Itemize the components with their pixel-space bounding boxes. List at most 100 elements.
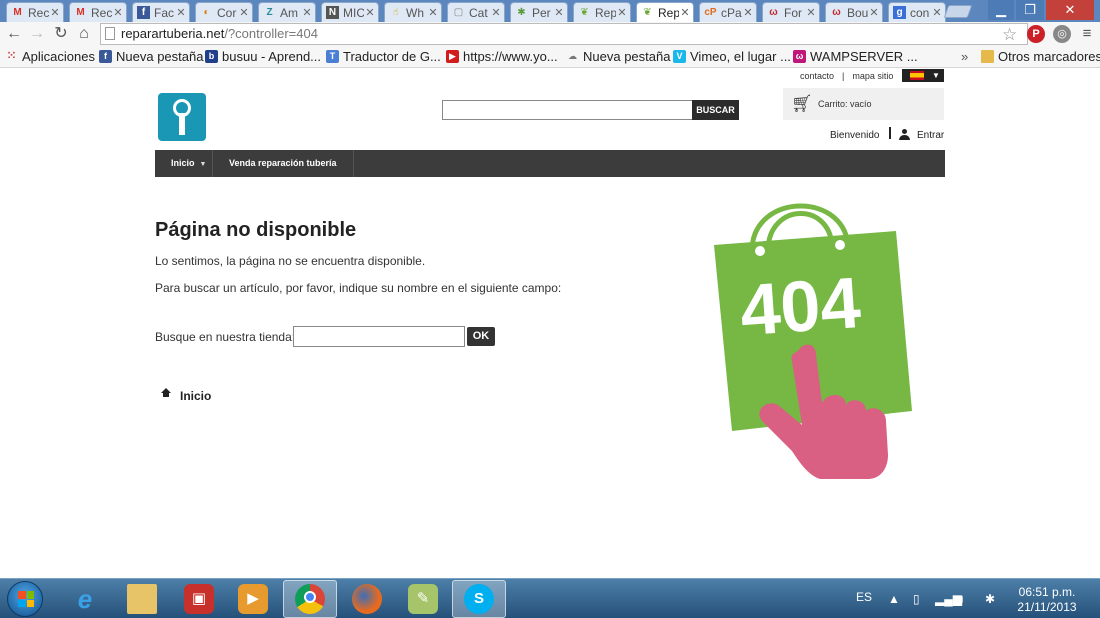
404-bag-illustration: 404 xyxy=(714,203,912,479)
bookmark-facebook[interactable]: f Nueva pestaña xyxy=(99,49,203,64)
z-icon: Z xyxy=(266,7,273,18)
tab-per[interactable]: ✱ Per ✕ xyxy=(510,2,568,22)
close-icon[interactable]: ✕ xyxy=(112,6,124,19)
start-button[interactable] xyxy=(7,581,43,617)
facebook-icon: f xyxy=(137,6,150,19)
skype-icon[interactable]: S xyxy=(452,580,506,618)
tab-cat[interactable]: ▢ Cat ✕ xyxy=(447,2,505,22)
notepad-icon[interactable]: ✎ xyxy=(396,580,450,618)
back-icon[interactable]: ← xyxy=(3,24,25,44)
address-bar[interactable]: reparartuberia.net/?controller=404 xyxy=(100,23,1028,45)
close-icon[interactable]: ✕ xyxy=(175,6,187,19)
url-host: reparartuberia.net xyxy=(121,26,225,41)
minimize-button[interactable]: ▁ xyxy=(988,0,1014,20)
device-icon[interactable]: ▯ xyxy=(913,592,920,606)
bookmark-vimeo[interactable]: V Vimeo, el lugar ... xyxy=(673,49,791,64)
bookmark-youtube[interactable]: ▶ https://www.yo... xyxy=(446,49,558,64)
close-icon[interactable]: ✕ xyxy=(490,6,502,19)
volume-icon[interactable]: 🔈︎ xyxy=(959,592,966,607)
cart-block[interactable]: 🛒︎ Carrito: vacío xyxy=(783,88,944,120)
store-search-label: Busque en nuestra tienda: xyxy=(155,330,296,344)
nav-item-sell[interactable]: Venda reparación tubería xyxy=(213,150,354,177)
tab-bou[interactable]: ω Bou ✕ xyxy=(825,2,883,22)
gmail-icon: M xyxy=(76,7,85,18)
close-icon[interactable]: ✕ xyxy=(868,6,880,19)
tab-mic[interactable]: N MIC ✕ xyxy=(321,2,379,22)
bookmark-wampserver[interactable]: ω WAMPSERVER ... xyxy=(793,49,918,64)
extension-icon[interactable]: ◎ xyxy=(1053,25,1071,43)
nav-item-home[interactable]: Inicio ▼ xyxy=(155,150,213,177)
tab-am[interactable]: Z Am ✕ xyxy=(258,2,316,22)
youtube-icon: ▶ xyxy=(446,50,459,63)
login-link[interactable]: Entrar xyxy=(917,130,944,141)
new-tab-button[interactable] xyxy=(943,5,973,18)
star-icon[interactable]: ☆ xyxy=(1002,25,1017,45)
other-bookmarks[interactable]: Otros marcadores xyxy=(981,49,1100,64)
bookmark-new-tab[interactable]: ☁ Nueva pestaña xyxy=(566,49,670,64)
bookmark-apps[interactable]: ⁙ Aplicaciones xyxy=(5,49,95,64)
language-selector[interactable]: ▼ xyxy=(902,69,944,82)
update-icon[interactable]: ✱ xyxy=(985,592,995,606)
home-icon xyxy=(161,388,171,398)
search-button[interactable]: BUSCAR xyxy=(692,100,739,120)
ok-button[interactable]: OK xyxy=(467,327,495,346)
page-viewport: contacto | mapa sitio ▼ BUSCAR 🛒︎ Carrito:… xyxy=(0,68,1100,578)
tab-gmail-1[interactable]: M Rec ✕ xyxy=(6,2,64,22)
show-hidden-icons-icon[interactable]: ▲ xyxy=(888,592,900,606)
page-icon: ◐ xyxy=(203,7,210,18)
internet-explorer-icon[interactable]: e xyxy=(58,580,112,618)
tab-rep-active[interactable]: ❦ Rep ✕ xyxy=(636,2,694,22)
tab-wh[interactable]: ☝ Wh ✕ xyxy=(384,2,442,22)
folder-icon[interactable] xyxy=(115,580,169,618)
tab-gmail-2[interactable]: M Rec ✕ xyxy=(69,2,127,22)
shop-logo[interactable] xyxy=(158,93,206,141)
bookmark-translate[interactable]: T Traductor de G... xyxy=(326,49,441,64)
page-icon: ▢ xyxy=(453,7,464,18)
bookmarks-overflow[interactable]: » xyxy=(961,49,968,64)
home-icon[interactable]: ⌂ xyxy=(73,24,95,44)
search-instructions: Para buscar un artículo, por favor, indi… xyxy=(155,281,562,295)
tab-for[interactable]: ω For ✕ xyxy=(762,2,820,22)
close-icon[interactable]: ✕ xyxy=(553,6,565,19)
chrome-icon[interactable] xyxy=(283,580,337,618)
home-link[interactable]: Inicio xyxy=(180,389,211,403)
close-icon[interactable]: ✕ xyxy=(364,6,376,19)
chevron-down-icon: ▼ xyxy=(932,71,940,80)
menu-icon[interactable]: ≡ xyxy=(1078,25,1096,43)
close-icon[interactable]: ✕ xyxy=(679,6,691,19)
toolbox-icon[interactable]: ▣ xyxy=(172,580,226,618)
store-search-input[interactable] xyxy=(293,326,465,347)
tab-facebook[interactable]: f Fac ✕ xyxy=(132,2,190,22)
maximize-button[interactable]: ❐ xyxy=(1016,0,1044,20)
error-message: Lo sentimos, la página no se encuentra d… xyxy=(155,254,426,268)
close-icon[interactable]: ✕ xyxy=(616,6,628,19)
top-links: contacto | mapa sitio xyxy=(796,71,897,81)
contact-link[interactable]: contacto xyxy=(796,71,838,81)
firefox-icon[interactable] xyxy=(340,580,394,618)
tab-rep-1[interactable]: ❦ Rep ✕ xyxy=(573,2,631,22)
network-icon[interactable]: ▂▄▆ xyxy=(935,592,962,606)
close-icon[interactable]: ✕ xyxy=(427,6,439,19)
language-indicator[interactable]: ES xyxy=(856,590,872,604)
tab-cpanel[interactable]: cP cPa ✕ xyxy=(699,2,757,22)
header-search-input[interactable] xyxy=(442,100,694,120)
pinterest-icon[interactable]: P xyxy=(1027,25,1045,43)
close-icon[interactable]: ✕ xyxy=(805,6,817,19)
close-icon[interactable]: ✕ xyxy=(49,6,61,19)
close-icon[interactable]: ✕ xyxy=(301,6,313,19)
forward-icon[interactable]: → xyxy=(26,24,48,44)
close-icon[interactable]: ✕ xyxy=(742,6,754,19)
google-icon: g xyxy=(893,6,906,19)
reload-icon[interactable]: ↻ xyxy=(50,24,72,44)
close-icon[interactable]: ✕ xyxy=(931,6,943,19)
wamp-icon: ω xyxy=(769,7,778,18)
system-clock[interactable]: 06:51 p.m. 21/11/2013 xyxy=(1012,585,1082,615)
page-icon xyxy=(105,27,115,40)
sitemap-link[interactable]: mapa sitio xyxy=(848,71,897,81)
close-window-button[interactable]: ✕ xyxy=(1046,0,1094,20)
tab-cor[interactable]: ◐ Cor ✕ xyxy=(195,2,253,22)
close-icon[interactable]: ✕ xyxy=(238,6,250,19)
media-player-icon[interactable]: ▶ xyxy=(226,580,280,618)
tab-google[interactable]: g con ✕ xyxy=(888,2,946,22)
bookmark-busuu[interactable]: b busuu - Aprend... xyxy=(205,49,321,64)
